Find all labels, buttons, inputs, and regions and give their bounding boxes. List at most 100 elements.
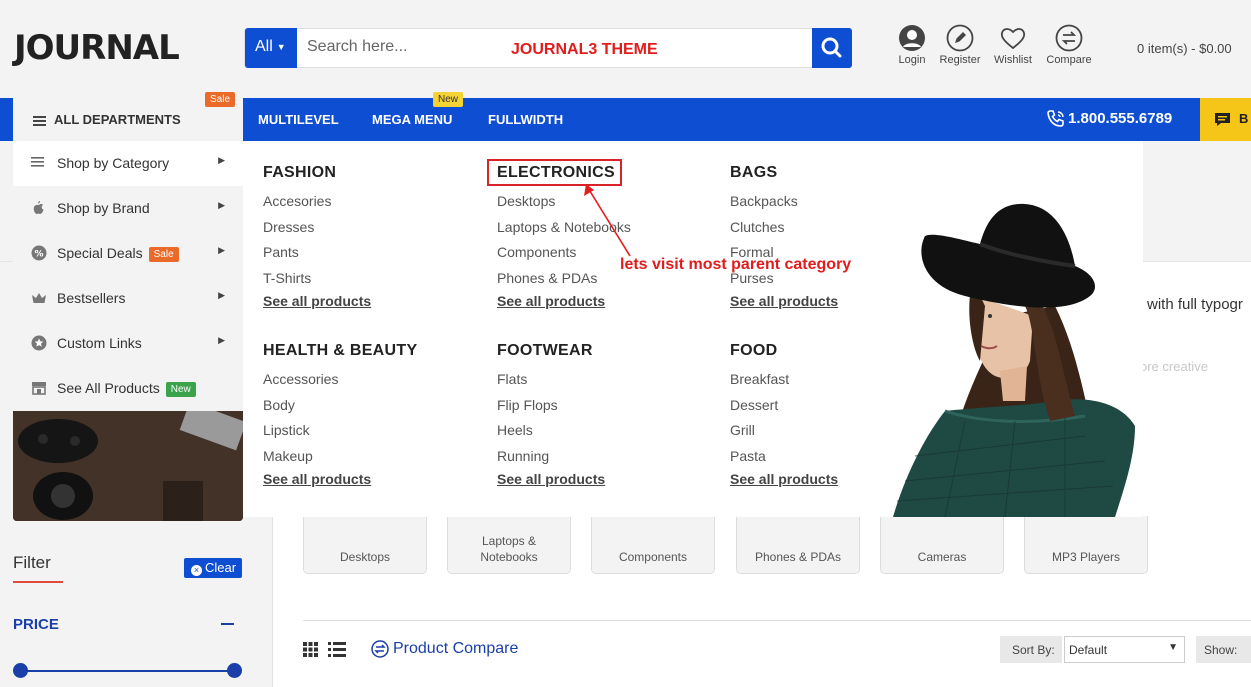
left-menu-item-special-deals[interactable]: % Special Deals Sale ▶ [13,231,243,276]
subcategory-link[interactable]: Backpacks [730,193,838,219]
price-slider-min-handle[interactable] [13,663,28,678]
heart-icon [1000,28,1026,50]
subcategory-link[interactable]: Dessert [730,397,838,423]
close-icon: × [191,565,202,576]
yellow-nav-button[interactable]: B [1200,98,1251,141]
left-menu-label: Shop by Category [57,155,170,171]
user-icon [899,25,925,51]
chevron-right-icon: ▶ [218,155,225,165]
mega-menu-promo-image[interactable] [885,196,1143,517]
yellow-button-label: B [1239,111,1249,126]
clear-label: Clear [205,560,237,575]
category-tile-mp3[interactable]: MP3 Players [1024,516,1148,574]
price-slider-max-handle[interactable] [227,663,242,678]
search-bar: All▼ JOURNAL3 THEME [244,28,852,68]
left-menu-item-shop-by-brand[interactable]: Shop by Brand ▶ [13,186,243,231]
see-all-products-link[interactable]: See all products [263,471,417,487]
subcategory-link[interactable]: Grill [730,422,838,448]
wishlist-link[interactable]: Wishlist [991,24,1035,66]
crown-icon [31,290,47,306]
departments-dropdown: Shop by Category ▶ Shop by Brand ▶ % Spe… [13,141,243,411]
subcategory-link[interactable]: Body [263,397,417,423]
grid-view-icon[interactable] [303,642,318,662]
mega-column-health-beauty: HEALTH & BEAUTY Accessories Body Lipstic… [263,342,417,487]
sort-by-value: Default [1069,643,1108,657]
see-all-products-link[interactable]: See all products [497,293,631,309]
chevron-right-icon: ▶ [218,200,225,210]
category-title-food[interactable]: FOOD [730,342,838,360]
search-category-label: All [255,38,273,55]
page: with full typogr ore creative Desktops L… [0,0,1251,687]
nav-item-mega-menu[interactable]: MEGA MENU [372,112,452,127]
category-tile-laptops[interactable]: Laptops & Notebooks [447,516,571,574]
nav-item-fullwidth[interactable]: FULLWIDTH [488,112,563,127]
category-tile-desktops[interactable]: Desktops [303,516,427,574]
chevron-right-icon: ▶ [218,290,225,300]
price-slider-track[interactable] [20,670,234,672]
new-badge: New [433,92,464,107]
subcategory-link[interactable]: Dresses [263,219,371,245]
category-title-footwear[interactable]: FOOTWEAR [497,342,605,360]
sort-by-select[interactable]: Default ▼ [1064,636,1185,663]
nav-item-multilevel[interactable]: MULTILEVEL [258,112,339,127]
search-button[interactable] [812,28,852,68]
list-view-icon[interactable] [328,642,346,662]
subcategory-link[interactable]: Accesories [263,193,371,219]
pencil-icon [946,24,974,52]
subcategory-link[interactable]: Breakfast [730,371,838,397]
subcategory-link[interactable]: Pants [263,244,371,270]
collapse-minus-icon[interactable] [221,623,234,625]
subcategory-link[interactable]: Flats [497,371,605,397]
caret-down-icon: ▼ [276,41,286,52]
phone-label: 1.800.555.6789 [1068,109,1173,127]
subcategory-link[interactable]: Flip Flops [497,397,605,423]
cart-summary[interactable]: 0 item(s) - $0.00 [1137,41,1232,56]
left-menu-item-bestsellers[interactable]: Bestsellers ▶ [13,276,243,321]
login-link[interactable]: Login [894,24,930,66]
sort-by-label: Sort By: [1000,636,1062,663]
description-text-fragment: with full typogr [1147,296,1243,313]
filter-underline [13,581,63,583]
category-title-health-beauty[interactable]: HEALTH & BEAUTY [263,342,417,360]
subcategory-link[interactable]: Lipstick [263,422,417,448]
mega-column-food: FOOD Breakfast Dessert Grill Pasta See a… [730,342,838,487]
annotation-text: lets visit most parent category [620,256,852,273]
register-link[interactable]: Register [938,24,982,66]
category-tile-components[interactable]: Components [591,516,715,574]
subcategory-link[interactable]: Clutches [730,219,838,245]
apple-icon [31,200,47,216]
left-menu-label: Bestsellers [57,290,126,306]
chevron-right-icon: ▶ [218,245,225,255]
category-tile-phones[interactable]: Phones & PDAs [736,516,860,574]
description-text-fragment-faded: ore creative [1140,359,1208,374]
price-filter-title[interactable]: PRICE [13,616,59,633]
left-menu-item-shop-by-category[interactable]: Shop by Category ▶ [13,141,243,186]
toolbar-divider [303,620,1251,621]
compare-link[interactable]: Compare [1045,24,1093,66]
search-category-dropdown[interactable]: All ▼ [245,28,297,68]
left-menu-item-see-all-products[interactable]: See All Products New [13,366,243,411]
see-all-products-link[interactable]: See all products [263,293,371,309]
menu-lines-icon [33,114,46,128]
see-all-products-link[interactable]: See all products [497,471,605,487]
sale-badge: Sale [205,92,236,107]
clear-filter-button[interactable]: × Clear [184,558,242,578]
subcategory-link[interactable]: Accessories [263,371,417,397]
see-all-products-link[interactable]: See all products [730,293,838,309]
brand-logo[interactable]: JOURNAL [14,28,180,68]
product-compare-link[interactable]: Product Compare [371,640,518,658]
chevron-down-icon: ▼ [1168,642,1178,653]
phone-number[interactable]: 1.800.555.6789 [1046,109,1172,129]
search-icon [821,37,842,58]
sidebar-banner-image[interactable] [13,411,243,521]
category-title-bags[interactable]: BAGS [730,164,838,182]
left-menu-item-custom-links[interactable]: Custom Links ▶ [13,321,243,366]
subcategory-link[interactable]: Heels [497,422,605,448]
compare-icon [371,640,389,658]
category-title-fashion[interactable]: FASHION [263,164,371,182]
category-tile-cameras[interactable]: Cameras [880,516,1004,574]
search-input[interactable] [307,38,497,56]
see-all-products-link[interactable]: See all products [730,471,838,487]
chat-icon [1215,113,1230,127]
left-menu-label: See All Products [57,380,160,396]
